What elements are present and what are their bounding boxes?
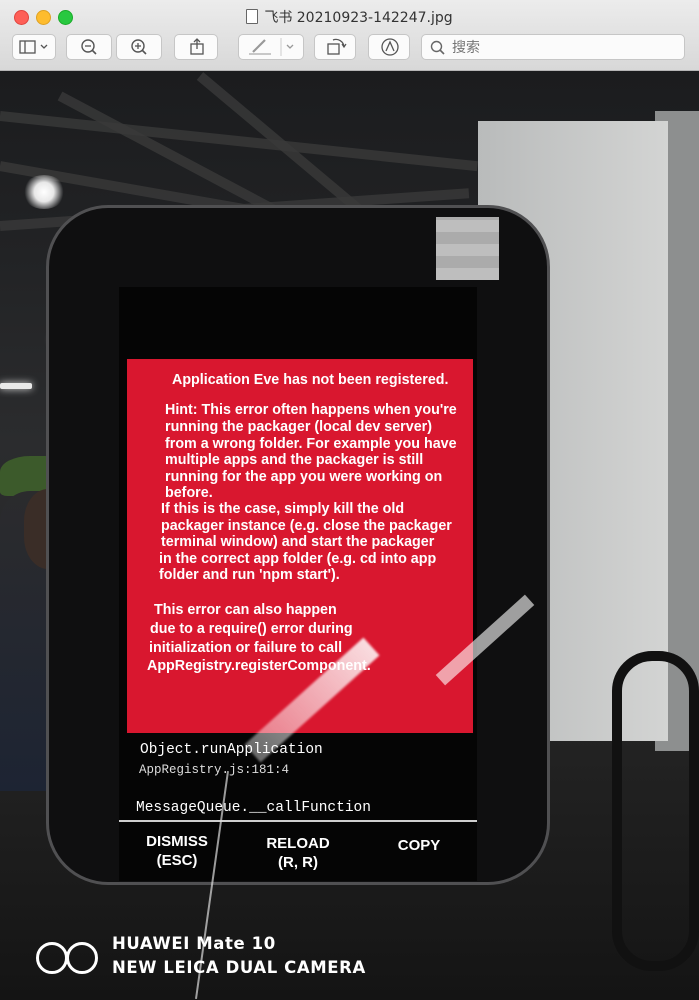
sidebar-toggle-button[interactable] xyxy=(12,34,56,60)
lens-circle-icon xyxy=(66,942,98,974)
search-field[interactable] xyxy=(421,34,685,60)
hint-line: Hint: This error often happens when you'… xyxy=(165,402,457,418)
hint-line: running the packager (local dev server) xyxy=(165,419,432,435)
share-icon xyxy=(190,38,204,55)
dismiss-button[interactable]: DISMISS (ESC) xyxy=(141,832,213,870)
annotate-icon xyxy=(381,38,399,56)
hint-line: from a wrong folder. For example you hav… xyxy=(165,436,457,452)
hint-line: If this is the case, simply kill the old xyxy=(161,501,405,517)
share-button[interactable] xyxy=(174,34,218,60)
also-line: initialization or failure to call xyxy=(149,640,343,656)
button-divider xyxy=(119,820,477,822)
also-line: due to a require() error during xyxy=(150,621,353,637)
pen-icon xyxy=(249,38,294,56)
hint-line: multiple apps and the packager is still xyxy=(165,452,424,468)
error-title: Application Eve has not been registered. xyxy=(172,372,449,388)
hint-line: folder and run 'npm start'). xyxy=(159,567,340,583)
office-chair xyxy=(612,651,699,971)
window-title: 飞书 20210923-142247.jpg xyxy=(0,7,699,27)
reload-button[interactable]: RELOAD (R, R) xyxy=(259,834,337,872)
hint-line: before. xyxy=(165,485,213,501)
annotate-button[interactable] xyxy=(368,34,410,60)
stack-frame-location: AppRegistry.js:181:4 xyxy=(139,763,290,777)
device-screen: Application Eve has not been registered.… xyxy=(119,287,477,881)
ceiling-light xyxy=(22,175,66,209)
copy-button[interactable]: COPY xyxy=(389,836,449,855)
zoom-in-button[interactable] xyxy=(116,34,162,60)
zoom-out-icon xyxy=(81,39,97,55)
also-line: This error can also happen xyxy=(154,602,337,618)
hint-line: terminal window) and start the packager xyxy=(161,534,435,550)
preview-window: 飞书 20210923-142247.jpg 搜索 Application Ev… xyxy=(0,0,699,1000)
sidebar-icon xyxy=(19,40,48,54)
hint-line: in the correct app folder (e.g. cd into … xyxy=(159,551,437,567)
lens-circle-icon xyxy=(36,942,68,974)
rotate-button[interactable] xyxy=(314,34,356,60)
stack-frame-function[interactable]: Object.runApplication xyxy=(140,742,323,758)
zoom-in-icon xyxy=(131,39,147,55)
pixelated-patch xyxy=(436,217,499,280)
markup-button[interactable] xyxy=(238,34,304,60)
zoom-out-button[interactable] xyxy=(66,34,112,60)
ceiling-light xyxy=(0,383,32,389)
search-icon xyxy=(430,40,445,55)
document-icon xyxy=(246,9,259,24)
watermark-line1: HUAWEI Mate 10 xyxy=(112,934,276,953)
rotate-icon xyxy=(327,38,347,55)
hint-line: packager instance (e.g. close the packag… xyxy=(161,518,452,534)
titlebar: 飞书 20210923-142247.jpg xyxy=(0,0,699,71)
window-title-text: 飞书 20210923-142247.jpg xyxy=(264,10,453,26)
stack-frame-function[interactable]: MessageQueue.__callFunction xyxy=(136,800,371,816)
hint-line: running for the app you were working on xyxy=(165,469,443,485)
search-input[interactable] xyxy=(450,38,674,58)
watermark-line2: NEW LEICA DUAL CAMERA xyxy=(112,958,366,977)
